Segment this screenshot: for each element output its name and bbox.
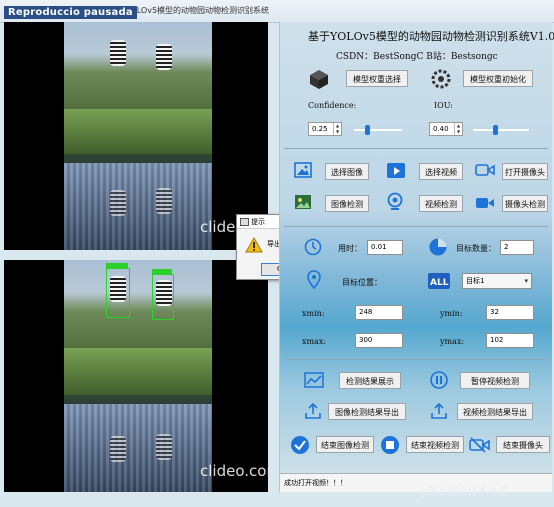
confidence-spinbox[interactable]: 0.25 ▲ ▼ bbox=[308, 122, 342, 136]
control-panel: 基于YOLOv5模型的动物园动物检测识别系统V1.0 CSDN：BestSong… bbox=[279, 22, 554, 492]
ymax-label: ymax: bbox=[440, 337, 465, 346]
video-watermark: clideo.com bbox=[200, 462, 268, 480]
pause-icon bbox=[430, 371, 448, 389]
all-targets-icon: ALL bbox=[428, 273, 450, 289]
open-camera-button[interactable]: 打开摄像头 bbox=[502, 163, 548, 180]
status-text: 成功打开视频！！！ bbox=[284, 479, 347, 487]
iou-label: IOU: bbox=[434, 101, 453, 110]
warning-icon bbox=[245, 237, 263, 253]
select-weights-button[interactable]: 模型权重选择 bbox=[346, 70, 408, 87]
webcam-icon bbox=[387, 192, 403, 210]
iou-spinbox[interactable]: 0.40 ▲ ▼ bbox=[429, 122, 463, 136]
export-video-results-button[interactable]: 视频检测结果导出 bbox=[457, 403, 533, 420]
iou-value: 0.40 bbox=[433, 125, 449, 133]
select-video-button[interactable]: 选择视频 bbox=[419, 163, 463, 180]
select-image-button[interactable]: 选择图像 bbox=[325, 163, 369, 180]
line-chart-icon bbox=[304, 372, 324, 388]
image-detect-icon bbox=[295, 195, 311, 209]
upload-icon bbox=[431, 402, 447, 419]
xmax-field[interactable]: 300 bbox=[355, 333, 403, 348]
zebra-reflection bbox=[110, 190, 126, 216]
confidence-label: Confidence: bbox=[308, 101, 357, 110]
video-frame bbox=[64, 22, 212, 250]
target-select-value: 目标1 bbox=[466, 277, 485, 285]
video-camera-icon bbox=[476, 198, 494, 208]
zebra-reflection bbox=[156, 188, 172, 214]
pie-chart-icon bbox=[429, 238, 447, 256]
original-video-panel: clideo.com bbox=[4, 22, 268, 250]
playback-overlay-label: Reproduccio pausada bbox=[4, 6, 137, 19]
spin-arrows-icon[interactable]: ▲ ▼ bbox=[454, 123, 462, 135]
upload-icon bbox=[305, 402, 321, 419]
camera-detect-button[interactable]: 摄像头检测 bbox=[502, 195, 548, 212]
dialog-title: 提示 bbox=[251, 218, 265, 226]
zebra-reflection bbox=[110, 436, 126, 462]
time-field[interactable]: 0.01 bbox=[367, 240, 403, 255]
app-window: 基于YOLOv5模型的动物园动物检测识别系统 Reproduccio pausa… bbox=[0, 0, 554, 507]
video-detect-button[interactable]: 视频检测 bbox=[419, 195, 463, 212]
cube-icon bbox=[310, 70, 328, 89]
ymin-label: ymin: bbox=[440, 309, 463, 318]
end-image-detect-button[interactable]: 结束图像检测 bbox=[316, 436, 374, 453]
target-pos-label: 目标位置： bbox=[342, 278, 382, 287]
detection-box bbox=[152, 269, 174, 320]
app-icon bbox=[240, 218, 249, 226]
target-count-label: 目标数量： bbox=[456, 244, 496, 253]
detection-box bbox=[106, 263, 130, 318]
zebra bbox=[110, 40, 126, 66]
target-select[interactable]: 目标1 ▾ bbox=[462, 273, 532, 289]
check-circle-icon bbox=[291, 436, 309, 454]
end-camera-button[interactable]: 结束摄像头 bbox=[496, 436, 550, 453]
zebra bbox=[156, 44, 172, 70]
init-weights-button[interactable]: 模型权重初始化 bbox=[463, 70, 533, 87]
divider bbox=[284, 148, 548, 149]
ymin-field[interactable]: 32 bbox=[486, 305, 534, 320]
image-icon bbox=[294, 162, 312, 178]
detection-video-panel: clideo.com bbox=[4, 260, 268, 492]
iou-slider[interactable] bbox=[473, 125, 529, 135]
camera-icon bbox=[475, 164, 495, 176]
confidence-slider[interactable] bbox=[354, 125, 402, 135]
xmin-label: xmin: bbox=[302, 309, 325, 318]
video-file-icon bbox=[387, 163, 405, 178]
divider bbox=[284, 359, 548, 360]
location-pin-icon bbox=[307, 270, 321, 290]
xmin-field[interactable]: 248 bbox=[355, 305, 403, 320]
confidence-value: 0.25 bbox=[312, 125, 328, 133]
corner-watermark: @稀土掘金技术社区 bbox=[418, 487, 508, 498]
end-video-detect-button[interactable]: 结束视频检测 bbox=[406, 436, 464, 453]
slider-handle[interactable] bbox=[493, 125, 498, 135]
chevron-down-icon: ▾ bbox=[524, 277, 528, 285]
zebra-reflection bbox=[156, 434, 172, 460]
xmax-label: xmax: bbox=[302, 337, 327, 346]
video-frame bbox=[64, 260, 212, 492]
app-title: 基于YOLOv5模型的动物园动物检测识别系统V1.0 bbox=[308, 30, 554, 43]
pause-video-button[interactable]: 暂停视频检测 bbox=[460, 372, 530, 389]
status-bar: 成功打开视频！！！ bbox=[280, 473, 552, 492]
target-count-field[interactable]: 2 bbox=[500, 240, 534, 255]
time-label: 用时： bbox=[338, 244, 362, 253]
export-image-results-button[interactable]: 图像检测结果导出 bbox=[328, 403, 406, 420]
author-credits: CSDN：BestSongC B站：Bestsongc bbox=[336, 52, 498, 62]
clock-icon bbox=[304, 238, 322, 256]
camera-off-icon bbox=[469, 437, 490, 453]
spin-arrows-icon[interactable]: ▲ ▼ bbox=[333, 123, 341, 135]
ymax-field[interactable]: 102 bbox=[486, 333, 534, 348]
show-results-button[interactable]: 检测结果展示 bbox=[339, 372, 401, 389]
slider-handle[interactable] bbox=[365, 125, 370, 135]
stop-icon bbox=[381, 436, 399, 454]
divider bbox=[284, 226, 548, 227]
image-detect-button[interactable]: 图像检测 bbox=[325, 195, 369, 212]
svg-text:ALL: ALL bbox=[430, 278, 449, 288]
gear-icon bbox=[431, 69, 451, 89]
